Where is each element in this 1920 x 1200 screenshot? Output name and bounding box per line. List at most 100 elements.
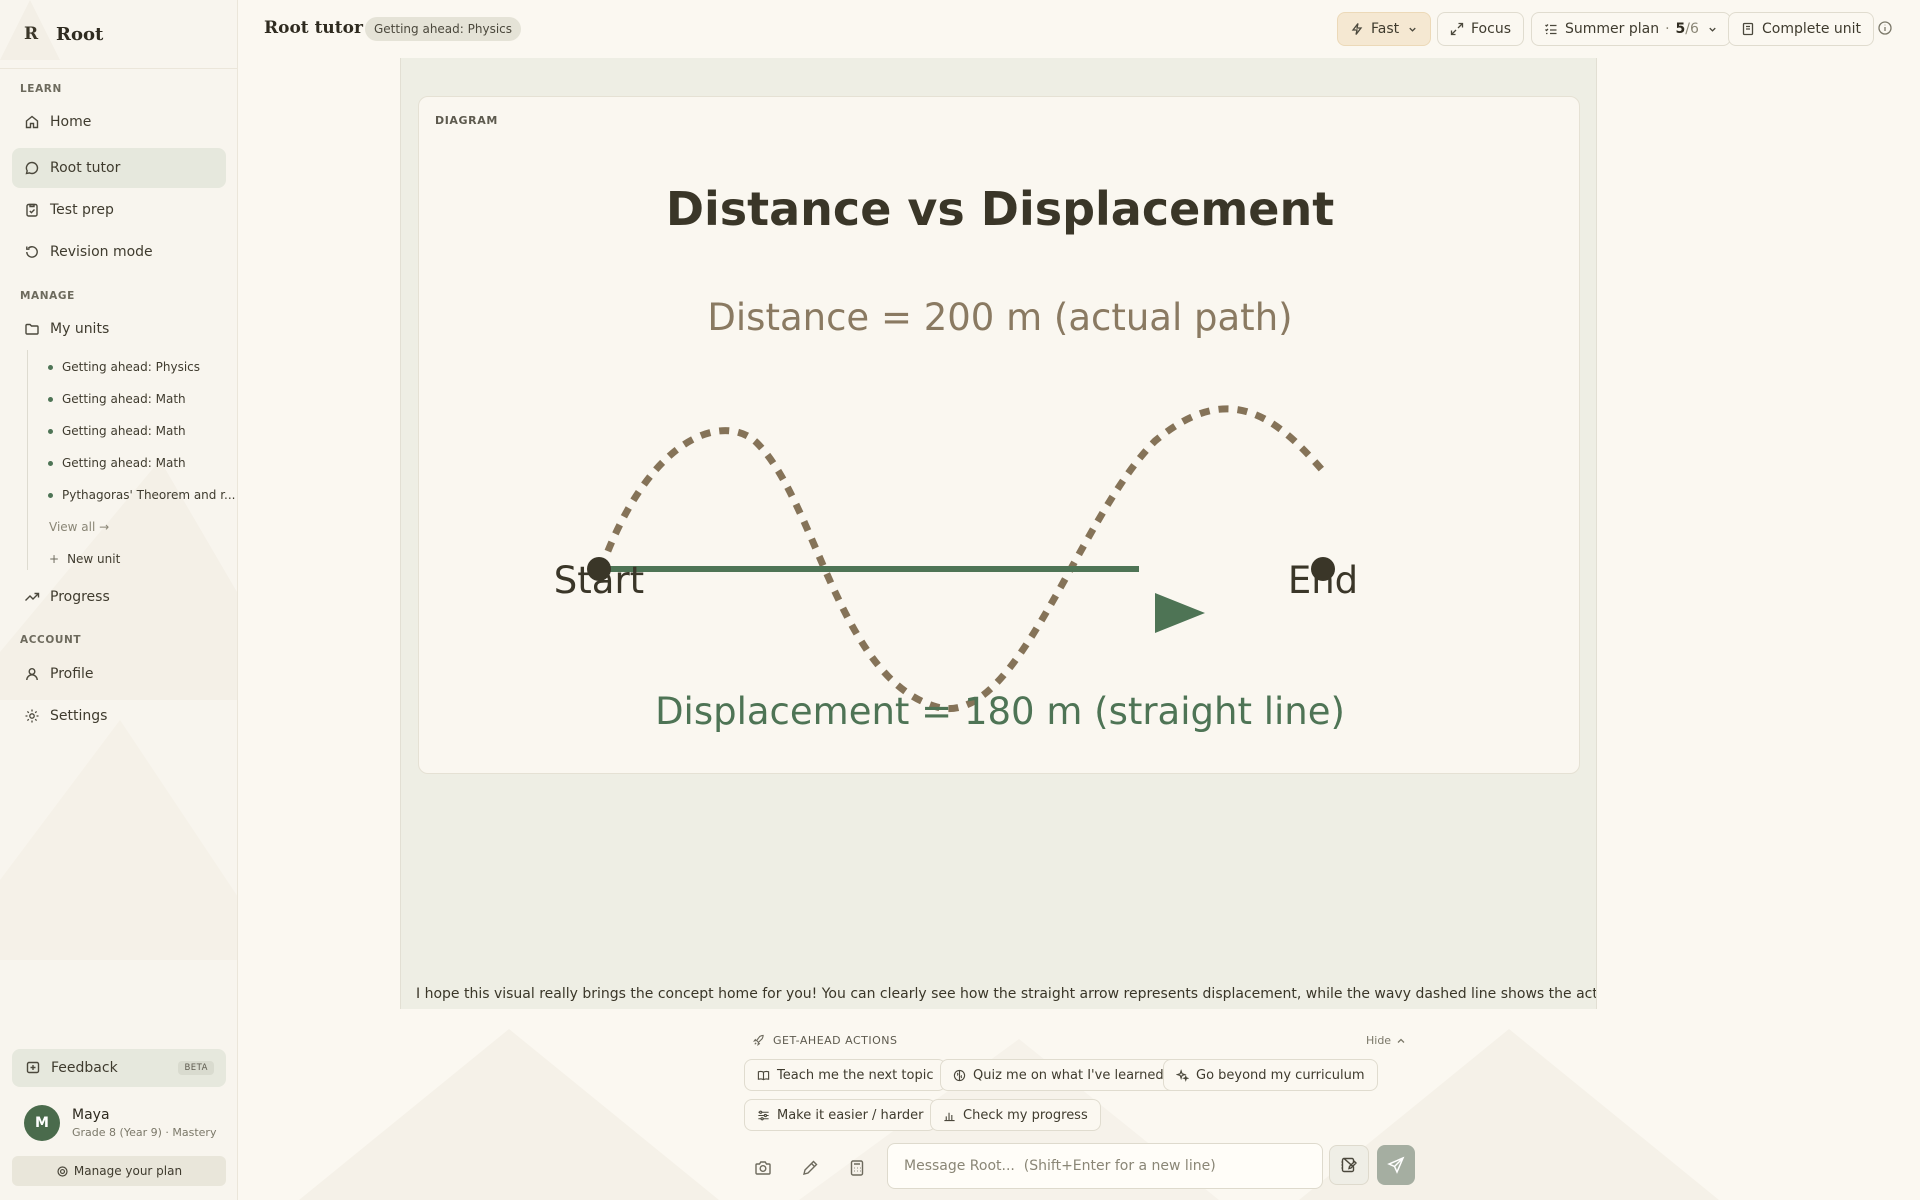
unit-label: Getting ahead: Math xyxy=(62,392,186,406)
get-ahead-title: GET-AHEAD ACTIONS xyxy=(773,1034,898,1047)
nav-item-home[interactable]: Home xyxy=(12,102,226,142)
section-label-manage: MANAGE xyxy=(20,290,75,302)
start-label: Start xyxy=(554,559,644,602)
manage-plan-button[interactable]: Manage your plan xyxy=(12,1156,226,1186)
unit-item[interactable]: Getting ahead: Math xyxy=(48,392,186,406)
nav-item-label: Test prep xyxy=(50,202,114,218)
beta-badge: BETA xyxy=(178,1061,214,1075)
notebook-button[interactable] xyxy=(1329,1145,1369,1185)
home-icon xyxy=(25,115,39,129)
nav-item-revision-mode[interactable]: Revision mode xyxy=(12,232,226,272)
summer-plan-dropdown[interactable]: Summer plan · 5/6 xyxy=(1531,12,1731,46)
diagram-card: DIAGRAM Distance vs Displacement Distanc… xyxy=(418,96,1580,774)
top-header: Root tutor Getting ahead: Physics Fast F… xyxy=(239,0,1920,58)
chevron-up-icon xyxy=(1397,1038,1405,1043)
nav-item-progress[interactable]: Progress xyxy=(12,577,226,617)
unit-dot xyxy=(48,396,53,402)
page-title: Root tutor xyxy=(264,18,363,38)
unit-dot xyxy=(48,460,53,466)
composer-panel: GET-AHEAD ACTIONS Hide Teach me the next… xyxy=(239,1009,1920,1200)
focus-button[interactable]: Focus xyxy=(1437,12,1524,46)
chevron-down-icon xyxy=(1709,27,1716,32)
user-meta: Grade 8 (Year 9) · Mastery xyxy=(72,1126,217,1139)
info-icon[interactable] xyxy=(1877,20,1893,36)
action-label: Go beyond my curriculum xyxy=(1196,1067,1365,1083)
bar-chart-icon xyxy=(944,1112,955,1121)
nav-item-root-tutor[interactable]: Root tutor xyxy=(12,148,226,188)
end-label: End xyxy=(1288,559,1358,602)
brand[interactable]: R Root xyxy=(0,0,237,69)
feedback-plus-icon xyxy=(26,1061,40,1074)
displacement-arrow-head xyxy=(1155,593,1205,633)
manage-plan-label: Manage your plan xyxy=(73,1164,183,1178)
action-teach-next-topic[interactable]: Teach me the next topic xyxy=(744,1059,947,1091)
complete-unit-button[interactable]: Complete unit xyxy=(1728,12,1875,46)
diagram-title: Distance vs Displacement xyxy=(666,182,1334,236)
nav-item-label: My units xyxy=(50,321,110,337)
focus-label: Focus xyxy=(1471,21,1511,37)
nav-item-label: Profile xyxy=(50,666,94,682)
unit-dot xyxy=(48,428,53,434)
camera-icon[interactable] xyxy=(754,1159,772,1177)
nav-item-my-units[interactable]: My units xyxy=(12,309,226,349)
pencil-icon[interactable] xyxy=(801,1159,819,1177)
hide-actions-button[interactable]: Hide xyxy=(1366,1034,1406,1047)
hide-label: Hide xyxy=(1366,1034,1392,1047)
checklist-icon xyxy=(1545,24,1557,35)
displacement-text: Displacement = 180 m (straight line) xyxy=(655,690,1345,733)
summer-plan-label: Summer plan xyxy=(1565,21,1660,37)
current-unit-chip[interactable]: Getting ahead: Physics xyxy=(365,17,522,41)
action-quiz-me[interactable]: Quiz me on what I've learned xyxy=(940,1059,1177,1091)
action-label: Check my progress xyxy=(963,1107,1088,1123)
action-adjust-difficulty[interactable]: Make it easier / harder xyxy=(744,1099,937,1131)
message-input[interactable] xyxy=(887,1143,1323,1189)
unit-item[interactable]: Getting ahead: Math xyxy=(48,456,186,470)
fast-mode-dropdown[interactable]: Fast xyxy=(1337,12,1432,46)
unit-label: Getting ahead: Math xyxy=(62,456,186,470)
brain-icon xyxy=(953,1069,966,1081)
user-profile[interactable]: M Maya Grade 8 (Year 9) · Mastery xyxy=(24,1105,216,1141)
user-name: Maya xyxy=(72,1107,110,1123)
brand-name: Root xyxy=(56,23,104,45)
plan-count: 5/6 xyxy=(1676,21,1699,37)
units-tree-line xyxy=(27,350,28,570)
expand-icon xyxy=(1450,22,1464,36)
unit-item[interactable]: Pythagoras' Theorem and r... xyxy=(48,488,236,502)
section-label-account: ACCOUNT xyxy=(20,634,82,646)
clipboard-check-icon xyxy=(26,203,38,217)
open-book-icon xyxy=(757,1070,770,1080)
send-button[interactable] xyxy=(1377,1145,1415,1185)
calculator-icon[interactable] xyxy=(848,1159,866,1177)
user-icon xyxy=(26,668,38,681)
brand-logo: R xyxy=(24,24,39,44)
folder-icon xyxy=(25,323,39,335)
distance-text: Distance = 200 m (actual path) xyxy=(707,296,1292,339)
plus-icon: + xyxy=(49,552,60,566)
nav-item-settings[interactable]: Settings xyxy=(12,696,226,736)
nav-item-test-prep[interactable]: Test prep xyxy=(12,190,226,230)
sparkles-icon xyxy=(1176,1068,1189,1082)
action-go-beyond-curriculum[interactable]: Go beyond my curriculum xyxy=(1163,1059,1378,1091)
unit-item[interactable]: Getting ahead: Math xyxy=(48,424,186,438)
action-label: Make it easier / harder xyxy=(777,1107,924,1123)
gear-icon xyxy=(25,709,39,723)
sliders-icon xyxy=(758,1110,769,1120)
chevron-down-icon xyxy=(1409,27,1416,32)
unit-label: Getting ahead: Physics xyxy=(62,360,201,374)
chat-bubble-icon xyxy=(25,161,39,175)
new-unit-label: New unit xyxy=(67,552,121,566)
nav-item-profile[interactable]: Profile xyxy=(12,654,226,694)
unit-item[interactable]: Getting ahead: Physics xyxy=(48,360,200,374)
get-ahead-actions-header: GET-AHEAD ACTIONS xyxy=(752,1034,898,1047)
new-unit-button[interactable]: + New unit xyxy=(49,552,120,566)
action-check-progress[interactable]: Check my progress xyxy=(930,1099,1101,1131)
feedback-label: Feedback xyxy=(51,1060,118,1076)
action-label: Quiz me on what I've learned xyxy=(973,1067,1164,1083)
view-all-units-link[interactable]: View all → xyxy=(49,520,109,534)
section-label-learn: LEARN xyxy=(20,83,62,95)
nav-item-label: Root tutor xyxy=(50,160,121,176)
gear-icon xyxy=(57,1165,68,1177)
complete-unit-label: Complete unit xyxy=(1762,21,1862,37)
lightning-icon xyxy=(1351,23,1363,35)
feedback-button[interactable]: Feedback BETA xyxy=(12,1049,226,1087)
